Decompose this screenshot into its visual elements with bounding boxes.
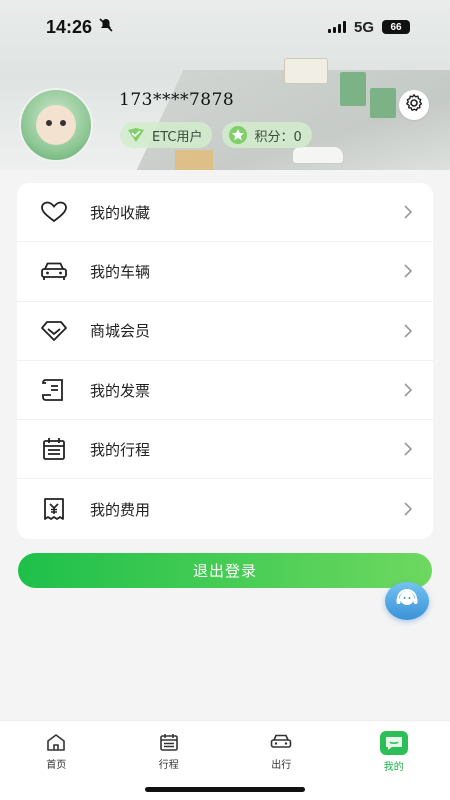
- menu-item-membership[interactable]: 商城会员: [17, 302, 433, 361]
- phone-number: 173****7878: [119, 90, 235, 110]
- etc-heart-icon: [126, 126, 146, 144]
- tab-mine[interactable]: 我的: [338, 721, 450, 800]
- battery-level: 66: [390, 21, 402, 33]
- menu-card: 我的收藏 我的车辆 商城会员 我的发票 我的行程 我的费用: [17, 183, 433, 539]
- etc-badge-label: ETC用户: [152, 129, 203, 145]
- diamond-icon: [40, 317, 68, 345]
- chevron-right-icon: [401, 205, 415, 219]
- settings-button[interactable]: [399, 90, 429, 120]
- menu-item-vehicles[interactable]: 我的车辆: [17, 242, 433, 302]
- battery-icon: 66: [382, 20, 410, 34]
- points-badge-label: 积分：0: [254, 129, 302, 145]
- menu-item-trips[interactable]: 我的行程: [17, 420, 433, 480]
- points-badge[interactable]: 积分：0: [222, 122, 312, 148]
- avatar[interactable]: [19, 88, 93, 162]
- menu-item-label: 我的费用: [90, 500, 151, 519]
- profile-icon: [379, 731, 408, 755]
- menu-item-favorites[interactable]: 我的收藏: [17, 183, 433, 243]
- truck-image: [284, 58, 328, 84]
- tab-label: 我的: [383, 762, 404, 773]
- gear-icon: [404, 93, 424, 117]
- profile-badges: ETC用户 积分：0: [120, 122, 312, 148]
- car-image: [292, 146, 344, 164]
- road-sign-image: [370, 88, 396, 118]
- menu-item-label: 我的收藏: [90, 203, 151, 222]
- status-right: 5G 66: [327, 18, 410, 36]
- menu-item-invoices[interactable]: 我的发票: [17, 361, 433, 421]
- invoice-icon: [40, 376, 68, 404]
- network-type: 5G: [353, 18, 374, 36]
- tab-label: 行程: [158, 760, 179, 771]
- star-icon: [228, 126, 248, 144]
- mascot-face: [36, 105, 76, 145]
- menu-item-label: 我的发票: [90, 381, 151, 400]
- chevron-right-icon: [401, 324, 415, 338]
- road-sign-image: [340, 72, 366, 106]
- menu-item-label: 我的行程: [90, 440, 151, 459]
- home-indicator: [145, 787, 305, 792]
- status-time-group: 14:26: [46, 17, 114, 38]
- menu-item-label: 我的车辆: [90, 262, 151, 281]
- customer-service-button[interactable]: [385, 582, 429, 620]
- chevron-right-icon: [401, 383, 415, 397]
- chevron-right-icon: [401, 442, 415, 456]
- decor-block: [175, 150, 213, 170]
- yen-receipt-icon: [40, 495, 68, 523]
- mute-bell-icon: [98, 17, 114, 38]
- logout-button[interactable]: 退出登录: [18, 553, 432, 588]
- tab-label: 出行: [271, 760, 292, 771]
- tab-label: 首页: [46, 760, 67, 771]
- status-bar: 14:26 5G 66: [0, 0, 450, 54]
- home-icon: [43, 731, 69, 753]
- chevron-right-icon: [401, 264, 415, 279]
- menu-item-label: 商城会员: [90, 322, 151, 341]
- menu-item-expenses[interactable]: 我的费用: [17, 479, 433, 538]
- status-time: 14:26: [46, 16, 93, 37]
- headset-icon: [394, 587, 420, 615]
- calendar-icon: [156, 731, 182, 753]
- heart-icon: [40, 198, 68, 226]
- chevron-right-icon: [401, 502, 415, 516]
- car-icon: [268, 731, 294, 753]
- signal-icon: [327, 21, 346, 33]
- car-icon: [40, 257, 68, 285]
- calendar-icon: [40, 435, 68, 463]
- tab-home[interactable]: 首页: [0, 721, 113, 800]
- etc-user-badge[interactable]: ETC用户: [120, 122, 213, 148]
